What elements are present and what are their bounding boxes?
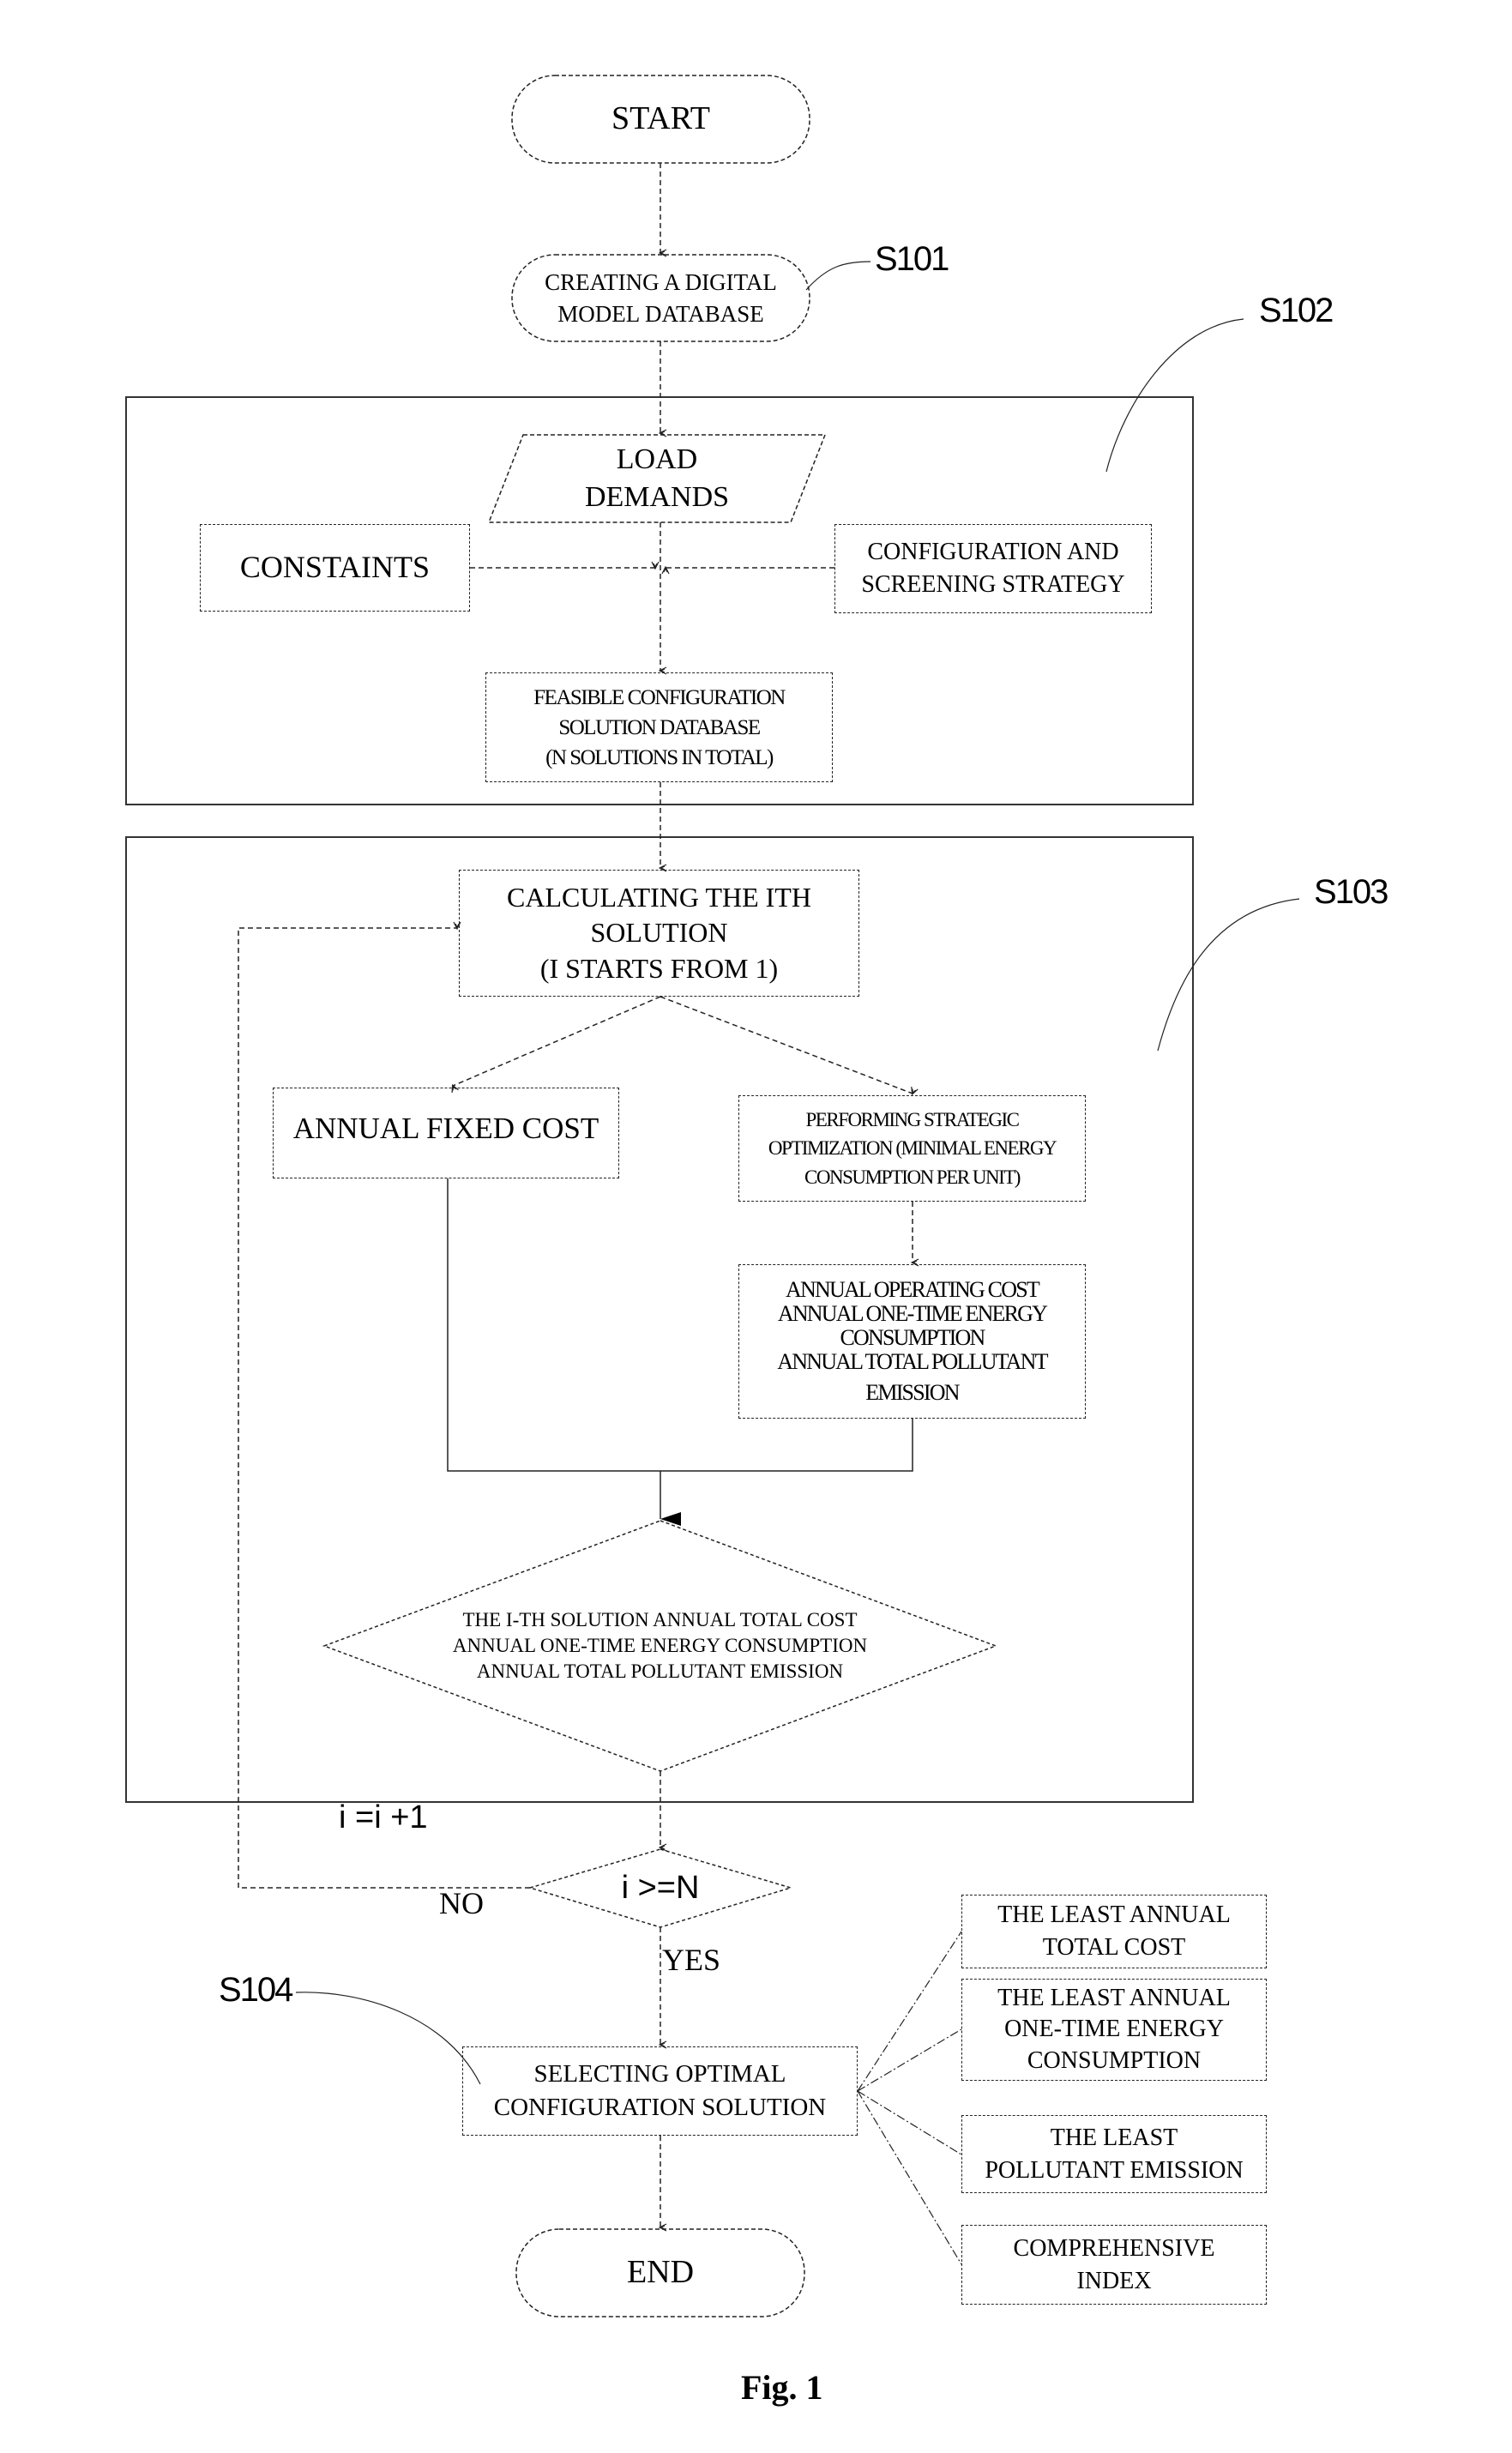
loop-check-decision: i >=N [530,1849,791,1927]
criterion-least-cost: THE LEAST ANNUAL TOTAL COST [961,1895,1267,1968]
load-demands-line: LOAD [616,443,698,475]
criterion-line: POLLUTANT EMISSION [985,2156,1244,2184]
create-db-node: CREATING A DIGITAL MODEL DATABASE [512,255,810,341]
operating-results-node: ANNUAL OPERATING COST ANNUAL ONE-TIME EN… [738,1264,1086,1419]
operating-results-line: ANNUAL OPERATING COST [786,1276,1040,1302]
feasible-db-line: (N SOLUTIONS IN TOTAL) [545,745,774,769]
fan-line-index [857,2090,962,2265]
constraints-label: CONSTAINTS [239,550,431,585]
config-strategy-line: CONFIGURATION AND [867,539,1119,566]
criterion-least-energy: THE LEAST ANNUAL ONE-TIME ENERGY CONSUMP… [961,1979,1267,2081]
calculating-line: (I STARTS FROM 1) [539,952,779,984]
calculating-line: CALCULATING THE ITH [507,881,811,913]
criterion-line: THE LEAST ANNUAL [997,1902,1231,1929]
step-label-s102: S102 [1259,292,1334,329]
criterion-line: TOTAL COST [1042,1934,1186,1961]
arrow-calc-to-fixed [453,996,661,1086]
operating-results-line: EMISSION [865,1380,960,1406]
select-optimal-line: CONFIGURATION SOLUTION [493,2094,827,2121]
callout-s102 [1105,318,1244,473]
calculating-line: SOLUTION [590,917,728,949]
step-label-s104: S104 [219,1971,293,2009]
calculating-node: CALCULATING THE ITH SOLUTION (I STARTS F… [459,870,859,997]
criterion-comprehensive-index: COMPREHENSIVE INDEX [961,2225,1267,2305]
annual-fixed-cost-label: ANNUAL FIXED COST [292,1112,599,1145]
criterion-line: THE LEAST [1050,2124,1178,2151]
operating-results-line: ANNUAL TOTAL POLLUTANT [777,1349,1048,1375]
step-label-s103: S103 [1314,873,1389,911]
criterion-line: COMPREHENSIVE [1013,2234,1215,2262]
create-db-line: CREATING A DIGITAL [545,269,777,296]
loop-check-label: i >=N [621,1869,700,1906]
criterion-line: ONE-TIME ENERGY [1004,2016,1224,2043]
fan-line-energy [857,2028,962,2092]
criterion-line: THE LEAST ANNUAL [997,1984,1231,2011]
ith-totals-line: ANNUAL TOTAL POLLUTANT EMISSION [476,1660,844,1682]
end-terminal: END [516,2229,804,2317]
load-demands-node: LOAD DEMANDS [523,435,791,522]
strategic-opt-node: PERFORMING STRATEGIC OPTIMIZATION (MINIM… [738,1095,1086,1202]
config-strategy-node: CONFIGURATION AND SCREENING STRATEGY [834,524,1152,613]
strategic-opt-line: OPTIMIZATION (MINIMAL ENERGY [768,1137,1057,1160]
feasible-db-line: FEASIBLE CONFIGURATION [533,685,786,709]
no-label: NO [439,1886,484,1920]
config-strategy-line: SCREENING STRATEGY [861,571,1125,598]
fan-line-pollutant [857,2090,962,2155]
start-label: START [611,100,711,137]
arrow-calc-to-strategic [660,996,913,1094]
strategic-opt-line: PERFORMING STRATEGIC [805,1108,1020,1130]
strategic-opt-line: CONSUMPTION PER UNIT) [804,1166,1021,1188]
select-optimal-node: SELECTING OPTIMAL CONFIGURATION SOLUTION [462,2046,858,2136]
criterion-line: CONSUMPTION [1027,2046,1202,2074]
end-label: END [626,2254,695,2291]
step-label-s101: S101 [875,240,949,278]
load-demands-line: DEMANDS [584,481,730,513]
constraints-node: CONSTAINTS [200,524,470,612]
create-db-line: MODEL DATABASE [557,300,764,327]
select-optimal-line: SELECTING OPTIMAL [533,2059,786,2088]
callout-s104 [295,1992,481,2085]
criterion-least-pollutant: THE LEAST POLLUTANT EMISSION [961,2115,1267,2193]
operating-results-line: CONSUMPTION [840,1324,985,1350]
feasible-db-node: FEASIBLE CONFIGURATION SOLUTION DATABASE… [485,672,833,782]
callout-s101 [805,261,871,291]
ith-totals-line: THE I-TH SOLUTION ANNUAL TOTAL COST [462,1609,858,1631]
feasible-db-line: SOLUTION DATABASE [558,715,761,739]
start-terminal: START [512,75,810,163]
figure-caption: Fig. 1 [741,2368,823,2407]
annual-fixed-cost-node: ANNUAL FIXED COST [273,1088,619,1178]
criterion-line: INDEX [1076,2267,1152,2294]
fan-line-cost [857,1931,962,2092]
ith-totals-line: ANNUAL ONE-TIME ENERGY CONSUMPTION [452,1635,868,1657]
yes-label: YES [662,1943,721,1977]
increment-label: i =i +1 [339,1799,428,1835]
operating-results-line: ANNUAL ONE-TIME ENERGY [777,1300,1048,1326]
ith-totals-decision: THE I-TH SOLUTION ANNUAL TOTAL COST ANNU… [324,1521,996,1771]
callout-s103 [1157,898,1300,1052]
